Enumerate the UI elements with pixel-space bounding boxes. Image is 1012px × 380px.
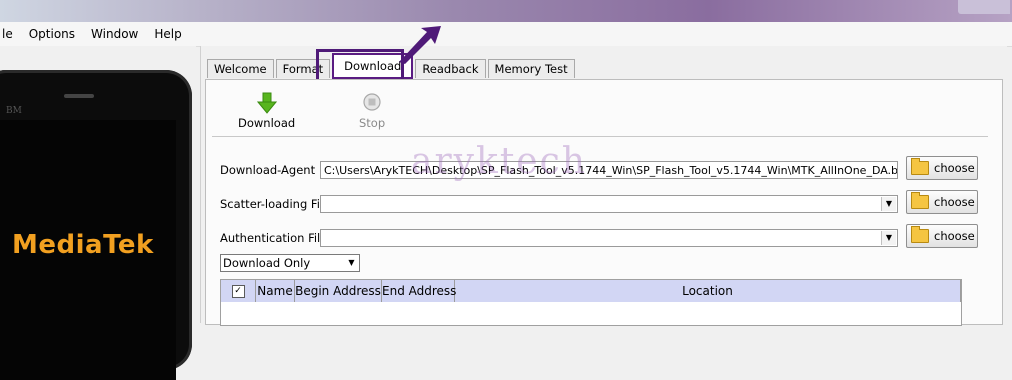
scatter-label: Scatter-loading File (220, 197, 331, 211)
download-agent-label: Download-Agent (220, 163, 316, 177)
column-end-address[interactable]: End Address (382, 280, 456, 302)
phone-image: BM MediaTek (0, 70, 192, 380)
choose-label: choose (934, 195, 975, 209)
folder-icon (911, 158, 929, 175)
mediatek-logo: MediaTek (12, 230, 154, 260)
auth-choose-button[interactable]: choose (906, 224, 978, 248)
stop-button[interactable]: Stop (359, 92, 385, 130)
scatter-file-field[interactable]: ▼ (320, 195, 898, 213)
download-toolbar: Download Stop (212, 80, 988, 137)
download-mode-select[interactable]: Download Only ▼ (220, 254, 360, 272)
column-location[interactable]: Location (455, 280, 961, 302)
window-titlebar (0, 0, 1012, 22)
table-header: ✓ Name Begin Address End Address Locatio… (221, 280, 961, 302)
menu-help[interactable]: Help (146, 22, 189, 46)
download-agent-choose-button[interactable]: choose (906, 156, 978, 180)
menu-file[interactable]: le (0, 22, 21, 46)
main-frame: Welcome Format Download Readback Memory … (200, 26, 1007, 326)
stop-label: Stop (359, 116, 386, 130)
folder-icon (911, 192, 929, 209)
column-name[interactable]: Name (256, 280, 295, 302)
stop-icon (363, 93, 381, 111)
select-all-header[interactable]: ✓ (221, 280, 256, 302)
menu-window[interactable]: Window (83, 22, 146, 46)
menu-options[interactable]: Options (21, 22, 83, 46)
pointer-arrow-icon (399, 26, 441, 64)
auth-row: Authentication File ▼ choose (220, 224, 980, 251)
scatter-row: Scatter-loading File ▼ choose (220, 190, 980, 217)
chevron-down-icon[interactable]: ▼ (881, 197, 896, 211)
phone-speaker (64, 94, 94, 98)
select-all-checkbox[interactable]: ✓ (231, 285, 245, 298)
auth-label: Authentication File (220, 231, 328, 245)
choose-label: choose (934, 229, 975, 243)
choose-label: choose (934, 161, 975, 175)
scatter-choose-button[interactable]: choose (906, 190, 978, 214)
download-button[interactable]: Download (238, 92, 295, 130)
download-agent-row: Download-Agent C:\Users\ArykTECH\Desktop… (220, 156, 980, 183)
download-label: Download (238, 116, 296, 130)
menu-bar: le Options Window Help (0, 22, 1012, 47)
download-agent-field[interactable]: C:\Users\ArykTECH\Desktop\SP_Flash_Tool_… (320, 161, 898, 179)
down-arrow-icon (256, 92, 277, 114)
download-tab-highlight (316, 49, 404, 83)
chevron-down-icon[interactable]: ▼ (881, 231, 896, 245)
titlebar-edge (958, 0, 1010, 14)
partition-table: ✓ Name Begin Address End Address Locatio… (220, 279, 962, 326)
phone-small-brand: BM (6, 106, 22, 116)
tab-welcome[interactable]: Welcome (207, 59, 274, 78)
chevron-down-icon[interactable]: ▼ (345, 256, 358, 270)
tab-memory-test[interactable]: Memory Test (487, 59, 575, 78)
download-panel: Download Stop Download-Agent C:\Users\Ar… (205, 79, 1003, 326)
auth-file-field[interactable]: ▼ (320, 229, 898, 247)
download-mode-value: Download Only (223, 256, 311, 270)
column-begin-address[interactable]: Begin Address (295, 280, 382, 302)
folder-icon (911, 226, 929, 243)
phone-preview-panel: BM MediaTek (0, 46, 196, 380)
